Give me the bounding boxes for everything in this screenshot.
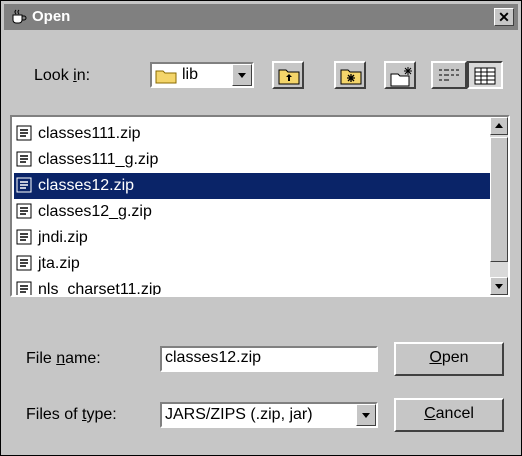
zip-file-icon <box>16 229 32 245</box>
file-name: jta.zip <box>38 255 80 272</box>
zip-file-icon <box>16 203 32 219</box>
zip-file-icon <box>16 177 32 193</box>
list-view-button[interactable] <box>431 61 467 89</box>
file-name: classes12_g.zip <box>38 203 152 220</box>
file-name-field[interactable]: classes12.zip <box>160 346 378 372</box>
zip-file-icon <box>16 151 32 167</box>
file-name: nls_charset11.zip <box>38 281 162 297</box>
home-folder-button[interactable] <box>334 61 366 89</box>
look-in-dropdown-button[interactable] <box>232 64 252 86</box>
folder-icon <box>155 70 177 84</box>
list-view-icon <box>439 69 459 81</box>
details-view-icon <box>474 67 496 85</box>
scroll-thumb[interactable] <box>490 137 508 262</box>
cancel-button[interactable]: Cancel <box>394 398 504 432</box>
scroll-up-button[interactable] <box>490 117 508 135</box>
details-view-button[interactable] <box>467 61 503 89</box>
files-of-type-combo[interactable]: JARS/ZIPS (.zip, jar) <box>160 402 378 428</box>
new-folder-icon <box>390 67 412 87</box>
file-row[interactable]: classes12_g.zip <box>14 199 492 225</box>
files-of-type-dropdown-button[interactable] <box>356 404 376 426</box>
look-in-label: Look in: <box>34 67 91 84</box>
file-name: classes111_g.zip <box>38 151 159 168</box>
up-one-level-button[interactable] <box>272 61 304 89</box>
up-one-level-icon <box>278 69 300 85</box>
files-of-type-value: JARS/ZIPS (.zip, jar) <box>165 406 313 423</box>
file-name: classes111.zip <box>38 125 141 142</box>
coffee-cup-icon <box>12 9 27 24</box>
vertical-scrollbar[interactable] <box>490 117 508 295</box>
close-icon: ✕ <box>498 9 510 25</box>
file-name-label: File name: <box>26 350 101 367</box>
file-row[interactable]: jta.zip <box>14 251 492 277</box>
look-in-combo[interactable]: lib <box>150 62 254 88</box>
look-in-value: lib <box>182 66 199 83</box>
close-button[interactable]: ✕ <box>494 8 514 26</box>
file-row[interactable]: jndi.zip <box>14 225 492 251</box>
scroll-down-button[interactable] <box>490 277 508 295</box>
file-name: classes12.zip <box>38 177 135 194</box>
zip-file-icon <box>16 255 32 271</box>
file-row[interactable]: classes111.zip <box>14 121 492 147</box>
file-row[interactable]: nls_charset11.zip <box>14 277 492 297</box>
file-name: jndi.zip <box>38 229 88 246</box>
new-folder-button[interactable] <box>384 61 416 89</box>
open-dialog: Open ✕ Look in: lib classes111.zip class… <box>0 0 522 456</box>
file-row-selected[interactable]: classes12.zip <box>14 173 492 199</box>
open-button[interactable]: Open <box>394 342 504 376</box>
home-folder-icon <box>340 69 362 85</box>
zip-file-icon <box>16 281 32 295</box>
files-of-type-label: Files of type: <box>26 406 117 423</box>
title-bar[interactable]: Open ✕ <box>4 4 518 30</box>
view-toggle-group <box>431 61 503 89</box>
file-row[interactable]: classes111_g.zip <box>14 147 492 173</box>
dialog-title: Open <box>32 8 71 25</box>
file-list[interactable]: classes111.zip classes111_g.zip classes1… <box>10 115 510 297</box>
zip-file-icon <box>16 125 32 141</box>
